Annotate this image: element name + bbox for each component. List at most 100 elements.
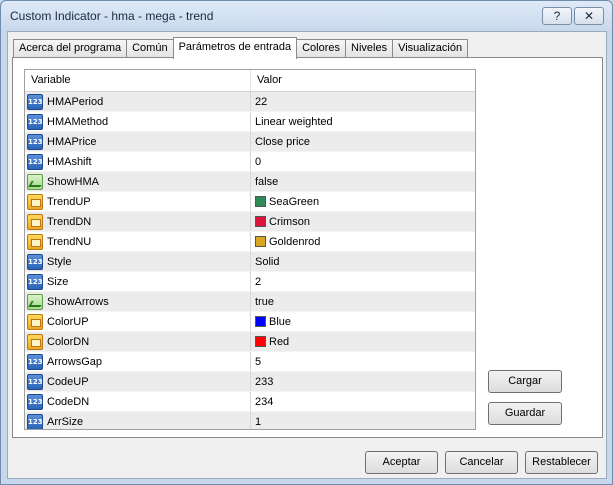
- table-row[interactable]: ShowArrows true: [25, 292, 475, 312]
- load-button[interactable]: Cargar: [488, 370, 562, 393]
- integer-type-icon: [27, 373, 43, 390]
- parameter-value: Goldenrod: [269, 235, 321, 248]
- dialog-window: Custom Indicator - hma - mega - trend ? …: [0, 0, 613, 485]
- table-row[interactable]: Size 2: [25, 272, 475, 292]
- tab-colores[interactable]: Colores: [296, 39, 346, 58]
- value-cell[interactable]: SeaGreen: [251, 192, 475, 211]
- variable-cell: TrendNU: [25, 232, 251, 251]
- color-swatch: [255, 216, 266, 227]
- value-cell[interactable]: Red: [251, 332, 475, 351]
- variable-cell: ColorDN: [25, 332, 251, 351]
- parameter-value: Close price: [255, 135, 311, 148]
- value-cell[interactable]: Close price: [251, 132, 475, 151]
- integer-type-icon: [27, 273, 43, 290]
- variable-cell: Size: [25, 272, 251, 291]
- table-row[interactable]: Style Solid: [25, 252, 475, 272]
- variable-name: TrendNU: [47, 235, 92, 248]
- variable-cell: ShowArrows: [25, 292, 251, 311]
- table-row[interactable]: HMAMethod Linear weighted: [25, 112, 475, 132]
- tab-visualizaci-n[interactable]: Visualización: [392, 39, 469, 58]
- variable-name: HMAshift: [47, 155, 92, 168]
- table-row[interactable]: ColorUP Blue: [25, 312, 475, 332]
- parameter-value: 233: [255, 375, 274, 388]
- parameters-grid: Variable Valor HMAPeriod 22 HMAMethod Linea…: [24, 69, 476, 430]
- parameter-value: 234: [255, 395, 274, 408]
- color-type-icon: [27, 213, 43, 230]
- grid-header: Variable Valor: [25, 70, 475, 92]
- column-header-value[interactable]: Valor: [251, 70, 475, 91]
- variable-cell: TrendUP: [25, 192, 251, 211]
- value-cell[interactable]: Goldenrod: [251, 232, 475, 251]
- variable-name: ShowArrows: [47, 295, 109, 308]
- variable-name: ArrowsGap: [47, 355, 103, 368]
- window-title: Custom Indicator - hma - mega - trend: [10, 9, 214, 23]
- table-row[interactable]: TrendDN Crimson: [25, 212, 475, 232]
- tab-strip: Acerca del programa Común Parámetros de en…: [13, 37, 469, 59]
- table-row[interactable]: ShowHMA false: [25, 172, 475, 192]
- help-button[interactable]: ?: [542, 7, 572, 25]
- color-type-icon: [27, 233, 43, 250]
- tab-com-n[interactable]: Común: [126, 39, 174, 58]
- table-row[interactable]: TrendNU Goldenrod: [25, 232, 475, 252]
- table-row[interactable]: HMAshift 0: [25, 152, 475, 172]
- variable-cell: Style: [25, 252, 251, 271]
- variable-name: ColorUP: [47, 315, 89, 328]
- variable-cell: CodeUP: [25, 372, 251, 391]
- value-cell[interactable]: 234: [251, 392, 475, 411]
- variable-name: Style: [47, 255, 72, 268]
- table-row[interactable]: ArrowsGap 5: [25, 352, 475, 372]
- variable-name: TrendUP: [47, 195, 91, 208]
- table-row[interactable]: TrendUP SeaGreen: [25, 192, 475, 212]
- parameter-value: SeaGreen: [269, 195, 320, 208]
- variable-name: Size: [47, 275, 69, 288]
- column-header-variable[interactable]: Variable: [25, 70, 251, 91]
- variable-name: CodeUP: [47, 375, 89, 388]
- value-cell[interactable]: 1: [251, 412, 475, 429]
- integer-type-icon: [27, 113, 43, 130]
- title-bar[interactable]: Custom Indicator - hma - mega - trend ? …: [1, 1, 612, 31]
- value-cell[interactable]: Blue: [251, 312, 475, 331]
- color-swatch: [255, 236, 266, 247]
- save-button[interactable]: Guardar: [488, 402, 562, 425]
- value-cell[interactable]: 5: [251, 352, 475, 371]
- value-cell[interactable]: true: [251, 292, 475, 311]
- reset-button[interactable]: Restablecer: [525, 451, 598, 474]
- accept-button[interactable]: Aceptar: [365, 451, 438, 474]
- integer-type-icon: [27, 133, 43, 150]
- parameter-value: 5: [255, 355, 262, 368]
- parameter-value: true: [255, 295, 274, 308]
- variable-name: TrendDN: [47, 215, 92, 228]
- parameter-value: Solid: [255, 255, 280, 268]
- parameter-value: Linear weighted: [255, 115, 333, 128]
- tab-acerca-del-programa[interactable]: Acerca del programa: [13, 39, 128, 58]
- tab-par-metros-de-entrada[interactable]: Parámetros de entrada: [172, 37, 298, 59]
- variable-cell: HMAPeriod: [25, 92, 251, 111]
- variable-cell: CodeDN: [25, 392, 251, 411]
- value-cell[interactable]: 233: [251, 372, 475, 391]
- value-cell[interactable]: Solid: [251, 252, 475, 271]
- parameter-value: Red: [269, 335, 290, 348]
- value-cell[interactable]: 22: [251, 92, 475, 111]
- value-cell[interactable]: Crimson: [251, 212, 475, 231]
- tab-niveles[interactable]: Niveles: [345, 39, 394, 58]
- table-row[interactable]: CodeUP 233: [25, 372, 475, 392]
- table-row[interactable]: ArrSize 1: [25, 412, 475, 429]
- dialog-body: Acerca del programa Común Parámetros de en…: [7, 31, 607, 479]
- table-row[interactable]: HMAPeriod 22: [25, 92, 475, 112]
- variable-cell: HMAshift: [25, 152, 251, 171]
- color-type-icon: [27, 313, 43, 330]
- table-row[interactable]: ColorDN Red: [25, 332, 475, 352]
- integer-type-icon: [27, 93, 43, 110]
- color-swatch: [255, 316, 266, 327]
- value-cell[interactable]: Linear weighted: [251, 112, 475, 131]
- close-button[interactable]: ✕: [574, 7, 604, 25]
- parameter-value: Crimson: [269, 215, 310, 228]
- table-row[interactable]: CodeDN 234: [25, 392, 475, 412]
- cancel-button[interactable]: Cancelar: [445, 451, 518, 474]
- value-cell[interactable]: 0: [251, 152, 475, 171]
- table-row[interactable]: HMAPrice Close price: [25, 132, 475, 152]
- value-cell[interactable]: false: [251, 172, 475, 191]
- variable-name: HMAPeriod: [47, 95, 104, 108]
- value-cell[interactable]: 2: [251, 272, 475, 291]
- variable-cell: ArrowsGap: [25, 352, 251, 371]
